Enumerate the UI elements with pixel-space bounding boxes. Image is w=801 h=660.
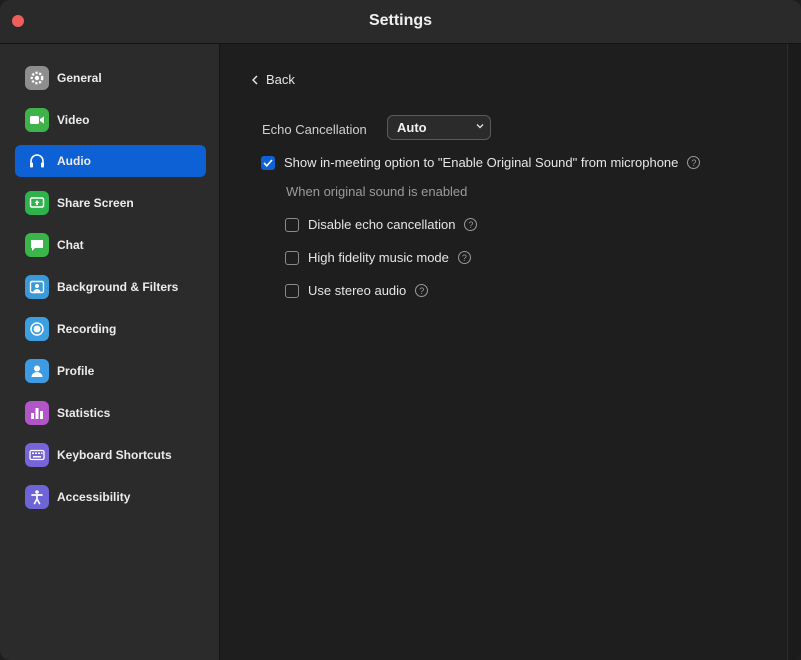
echo-cancellation-value: Auto — [397, 120, 427, 135]
high-fidelity-music-mode-checkbox[interactable] — [285, 250, 299, 265]
sidebar-item-label: Keyboard Shortcuts — [57, 448, 172, 462]
video-camera-icon — [25, 108, 49, 132]
share-screen-icon — [25, 191, 49, 215]
help-icon[interactable]: ? — [464, 218, 478, 231]
record-icon — [25, 317, 49, 341]
chevron-left-icon — [252, 74, 258, 85]
keyboard-icon — [25, 443, 49, 467]
sidebar-item-accessibility[interactable]: Accessibility — [15, 481, 206, 513]
sidebar: General Video Audio Share Screen Chat Ba… — [0, 44, 220, 660]
option-label: High fidelity music mode — [308, 250, 449, 265]
original-sound-checkbox[interactable] — [261, 155, 275, 170]
help-icon[interactable]: ? — [415, 284, 429, 297]
original-sound-label: Show in-meeting option to "Enable Origin… — [284, 155, 679, 170]
sidebar-item-label: General — [57, 71, 102, 85]
gear-icon — [25, 66, 49, 90]
option-label: Disable echo cancellation — [308, 217, 456, 232]
sidebar-item-label: Audio — [57, 154, 91, 168]
title-bar: Settings — [0, 0, 801, 44]
chevron-down-icon — [476, 124, 484, 129]
sidebar-item-video[interactable]: Video — [15, 104, 206, 136]
sidebar-item-share-screen[interactable]: Share Screen — [15, 187, 206, 219]
option-row: Disable echo cancellation ? — [285, 217, 478, 232]
back-label: Back — [266, 72, 295, 87]
sidebar-item-label: Background & Filters — [57, 280, 179, 294]
profile-icon — [25, 359, 49, 383]
option-row: Use stereo audio ? — [285, 283, 429, 298]
original-sound-row: Show in-meeting option to "Enable Origin… — [261, 155, 701, 170]
chat-bubble-icon — [25, 233, 49, 257]
checkmark-icon — [263, 158, 273, 167]
sidebar-item-background-filters[interactable]: Background & Filters — [15, 271, 206, 303]
sidebar-item-audio[interactable]: Audio — [15, 145, 206, 177]
sidebar-item-label: Profile — [57, 364, 95, 378]
option-row: High fidelity music mode ? — [285, 250, 471, 265]
accessibility-icon — [25, 485, 49, 509]
sidebar-item-label: Video — [57, 113, 90, 127]
echo-cancellation-select[interactable]: Auto — [387, 115, 491, 140]
sidebar-item-label: Chat — [57, 238, 84, 252]
scrollbar[interactable] — [787, 44, 801, 660]
echo-cancellation-label: Echo Cancellation — [262, 122, 367, 137]
disable-echo-cancellation-checkbox[interactable] — [285, 217, 299, 232]
person-background-icon — [25, 275, 49, 299]
sidebar-item-recording[interactable]: Recording — [15, 313, 206, 345]
headphones-icon — [25, 149, 49, 173]
back-button[interactable]: Back — [252, 72, 295, 87]
window-title: Settings — [368, 12, 433, 29]
settings-window: Settings General Video Audio Share Scree… — [0, 0, 801, 660]
original-sound-subheading: When original sound is enabled — [286, 184, 468, 199]
sidebar-item-label: Share Screen — [57, 196, 134, 210]
sidebar-item-label: Statistics — [57, 406, 111, 420]
help-icon[interactable]: ? — [457, 251, 471, 264]
help-icon[interactable]: ? — [687, 156, 701, 169]
bar-chart-icon — [25, 401, 49, 425]
sidebar-item-profile[interactable]: Profile — [15, 355, 206, 387]
sidebar-item-chat[interactable]: Chat — [15, 229, 206, 261]
sidebar-item-label: Recording — [57, 322, 117, 336]
sidebar-item-keyboard-shortcuts[interactable]: Keyboard Shortcuts — [15, 439, 206, 471]
sidebar-item-statistics[interactable]: Statistics — [15, 397, 206, 429]
sidebar-item-general[interactable]: General — [15, 62, 206, 94]
use-stereo-audio-checkbox[interactable] — [285, 283, 299, 298]
option-label: Use stereo audio — [308, 283, 407, 298]
sidebar-item-label: Accessibility — [57, 490, 131, 504]
